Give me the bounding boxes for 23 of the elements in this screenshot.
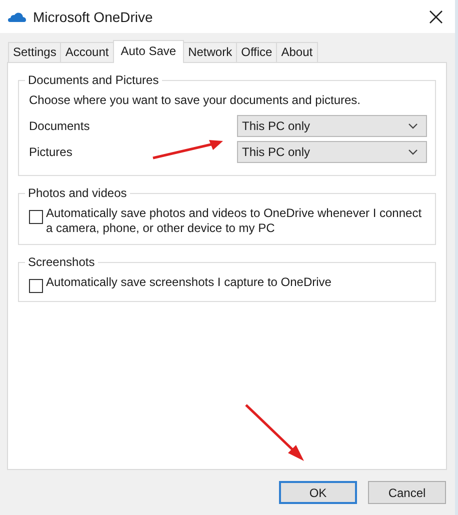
group-title: Photos and videos (27, 186, 128, 200)
field-label: Pictures (29, 145, 72, 159)
group-title: Documents and Pictures (27, 73, 160, 87)
checkbox-label[interactable]: Automatically save photos and videos to OneDrive whenever I connect a camera, phone, or other device to my PC (46, 206, 427, 236)
checkbox[interactable] (29, 279, 43, 293)
checkbox[interactable] (29, 210, 43, 224)
window-title: Microsoft OneDrive (33, 8, 154, 24)
checkbox-label[interactable]: Automatically save screenshots I capture to OneDrive (46, 275, 332, 290)
chevron-icon (408, 123, 418, 129)
field-label: Documents (29, 119, 90, 133)
ok-button[interactable]: OK (279, 481, 357, 504)
description-text: Choose where you want to save your documents and pictures. (29, 93, 362, 107)
location-dropdown[interactable]: This PC only (237, 141, 427, 163)
group-title: Screenshots (27, 255, 96, 269)
cancel-button[interactable]: Cancel (368, 481, 446, 504)
location-dropdown[interactable]: This PC only (237, 115, 427, 137)
chevron-icon (408, 149, 418, 155)
tab[interactable]: Settings (8, 42, 62, 62)
cloud-icon (8, 12, 26, 22)
tab[interactable]: About (276, 42, 318, 62)
tab[interactable]: Auto Save (112, 40, 184, 63)
arrow-annotation (244, 403, 306, 463)
close-icon[interactable] (429, 10, 443, 24)
